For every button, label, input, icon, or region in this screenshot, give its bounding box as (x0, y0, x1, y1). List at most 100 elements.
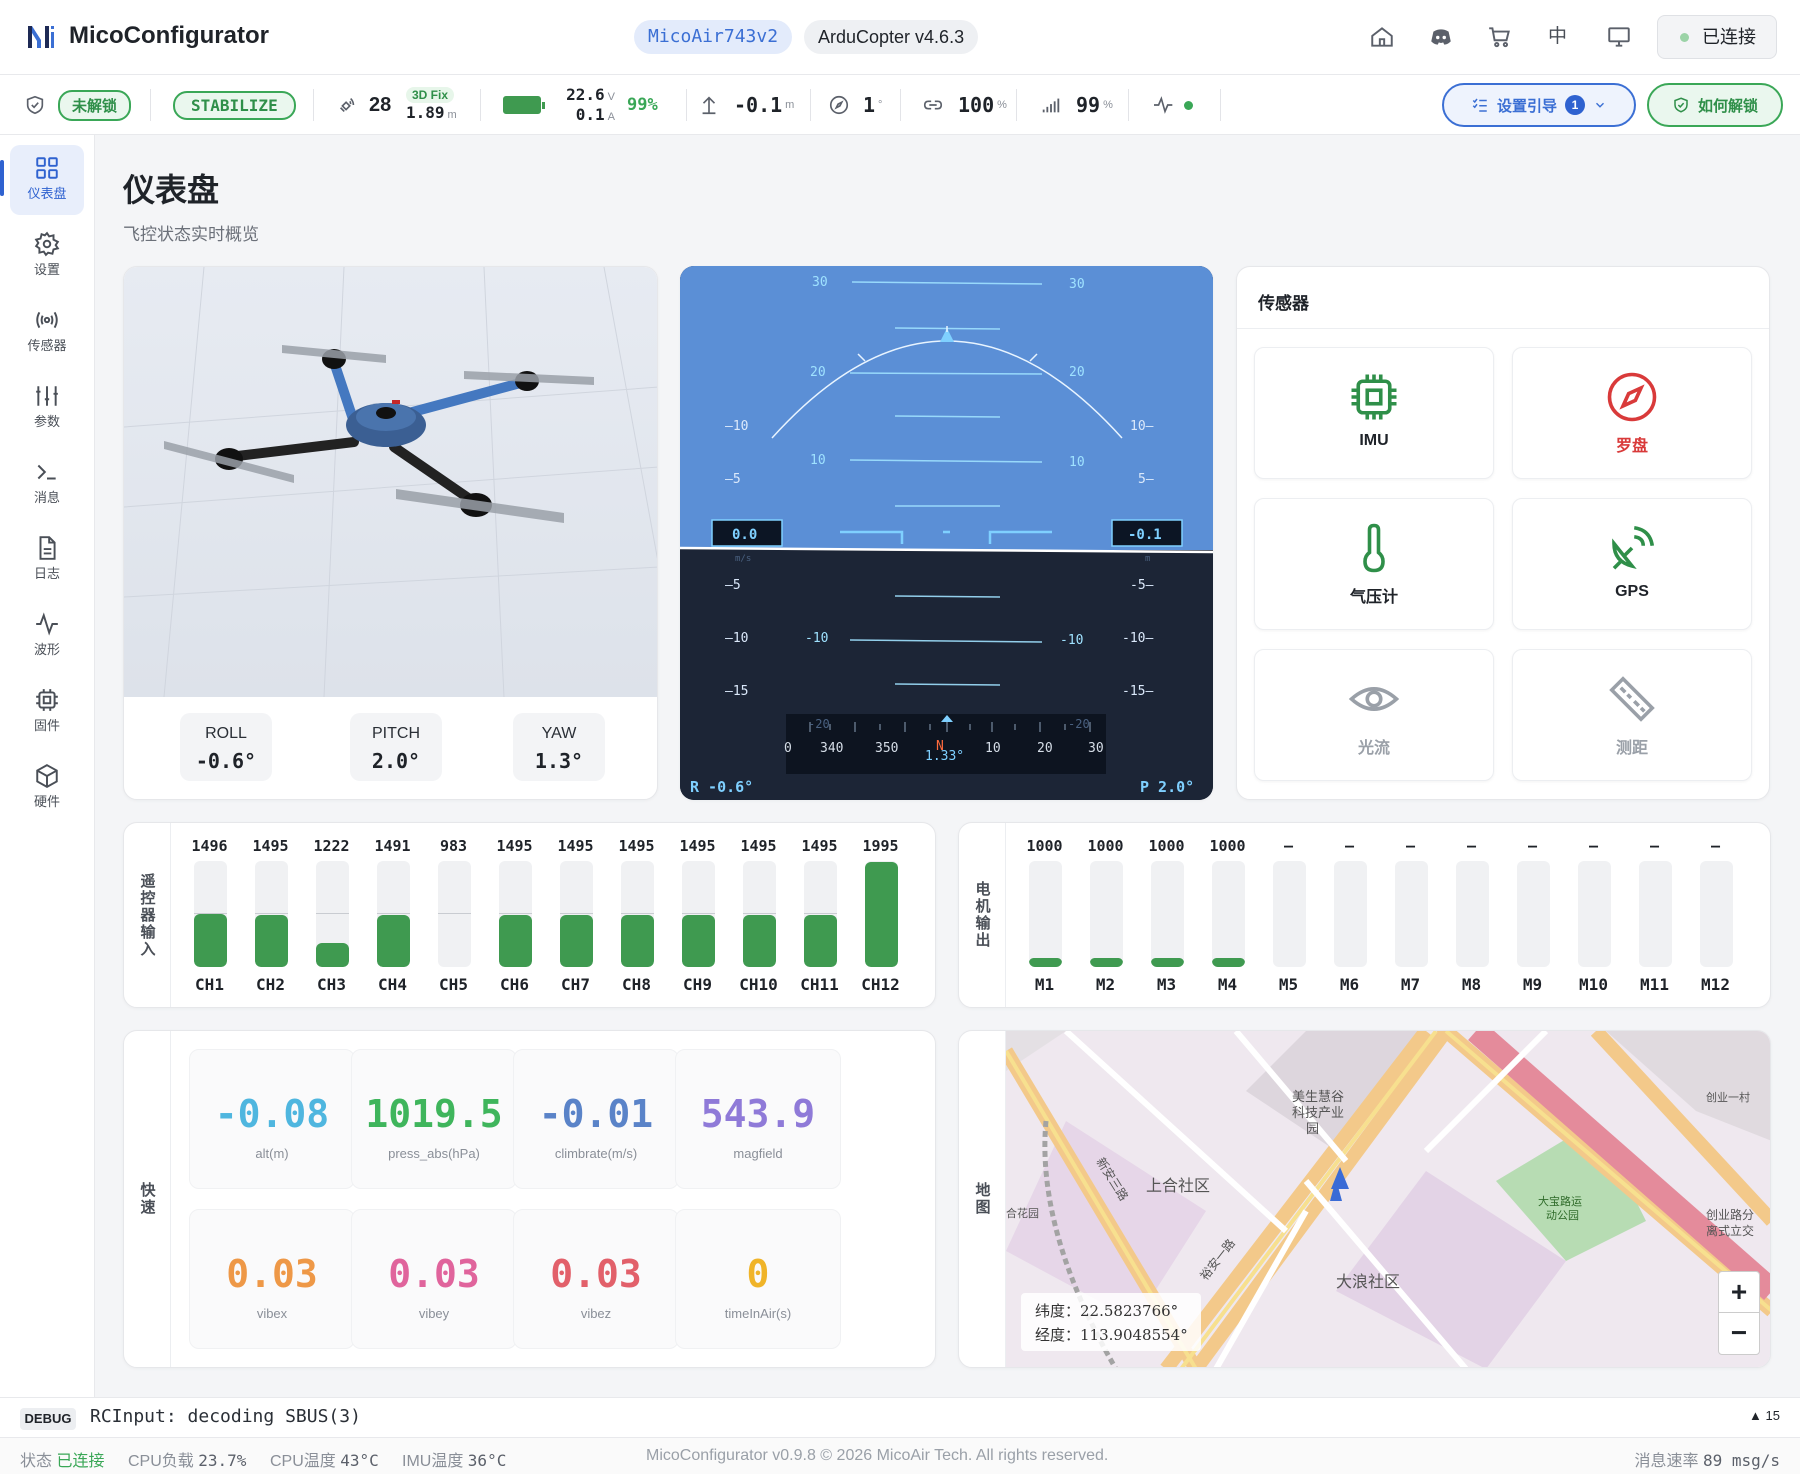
rc-channel-center-line (804, 913, 837, 914)
attitude-hud: 30 30 20 20 10 10 -10 -10 —10 —5 —5 —10 —15 … (680, 266, 1213, 800)
rc-channel-fill (377, 914, 410, 967)
battery-percent: 99% (627, 95, 658, 115)
rc-channel-center-line (499, 913, 532, 914)
sidebar-item-messages[interactable]: 消息 (10, 449, 84, 519)
rc-channel-value: 1495 (496, 837, 533, 855)
map-place-label: 合花园 (1006, 1206, 1039, 1220)
zoom-in-button[interactable]: + (1719, 1272, 1759, 1313)
hud-pitch-tick: 10 (1069, 455, 1085, 470)
rc-channel-name: CH4 (378, 975, 407, 994)
quick-metric[interactable]: -0.08 alt(m) (189, 1049, 355, 1189)
sidebar-item-sensors[interactable]: 传感器 (10, 297, 84, 367)
discord-icon[interactable] (1428, 24, 1454, 50)
quick-metric-key: climbrate(m/s) (554, 1146, 638, 1161)
link-unit: % (997, 99, 1007, 111)
home-icon[interactable] (1369, 24, 1395, 50)
rc-input-title: 遥控器输入 (138, 872, 156, 958)
motor-value: — (1649, 837, 1660, 855)
connection-dot (1680, 33, 1689, 42)
motor-channel: — M8 (1441, 823, 1502, 1007)
motor-channel: — M12 (1685, 823, 1746, 1007)
altitude-arrow-icon (702, 96, 716, 115)
drone-3d-view[interactable] (124, 267, 657, 698)
map-view[interactable]: 美生慧谷 科技产业 园 上合社区 大浪社区 大宝路运 动公园 创业路分 离式立交… (1006, 1031, 1770, 1367)
log-count[interactable]: ▲ 15 (1749, 1408, 1780, 1423)
sidebar-item-settings[interactable]: 设置 (10, 221, 84, 291)
rc-channel-name: CH7 (561, 975, 590, 994)
sensor-optical-flow[interactable]: 光流 (1254, 649, 1494, 781)
heading-unit: ° (878, 99, 883, 111)
shield-check-icon (1674, 97, 1688, 113)
quick-metric[interactable]: 0 timeInAir(s) (675, 1209, 841, 1349)
quick-metric[interactable]: 0.03 vibey (351, 1209, 517, 1349)
log-bar[interactable]: DEBUG RCInput: decoding SBUS(3) ▲ 15 (0, 1397, 1800, 1437)
sidebar-item-firmware[interactable]: 固件 (10, 677, 84, 747)
hud-heading-value: 1.33° (925, 749, 964, 764)
rssi-value: 99 (1076, 93, 1101, 117)
flight-mode-badge[interactable]: STABILIZE (173, 90, 296, 120)
quick-metric-key: alt(m) (255, 1146, 289, 1161)
hud-pitch-tick: -10 (805, 631, 828, 646)
yaw-readout: YAW 1.3° (513, 713, 605, 781)
sidebar-item-waveform[interactable]: 波形 (10, 601, 84, 671)
quick-title: 快速 (138, 1182, 156, 1216)
cart-icon[interactable] (1487, 24, 1513, 50)
rc-channel-name: CH11 (800, 975, 839, 994)
rc-channel-value: 1495 (252, 837, 289, 855)
motor-fill (1029, 958, 1062, 967)
sensor-barometer[interactable]: 气压计 (1254, 498, 1494, 630)
link-quality-value: 100 (958, 93, 995, 117)
lat-value: 22.5823766° (1080, 1302, 1179, 1320)
grid-icon (36, 157, 58, 179)
hud-heading-tick: 10 (985, 741, 1001, 756)
sensors-card: 传感器 IMU 罗盘 气压计 GPS 光流 测距 (1236, 266, 1770, 800)
sidebar-item-params[interactable]: 参数 (10, 373, 84, 443)
connect-button[interactable]: 已连接 (1657, 15, 1777, 59)
how-to-arm-button[interactable]: 如何解锁 (1647, 83, 1783, 127)
quick-card: 快速 -0.08 alt(m) 1019.5 press_abs(hPa) -0.01 c… (123, 1030, 936, 1368)
motor-track (1334, 861, 1367, 967)
quick-metric-key: press_abs(hPa) (388, 1146, 480, 1161)
hud-roll-readout: R -0.6° (690, 778, 753, 796)
link-icon (923, 100, 943, 110)
footer-status-value: 已连接 (56, 1453, 105, 1470)
hud-speed-unit: m/s (735, 554, 751, 564)
language-toggle[interactable]: 中 (1548, 24, 1574, 50)
sensor-imu[interactable]: IMU (1254, 347, 1494, 479)
quick-metric-value: -0.01 (538, 1092, 654, 1136)
sidebar-item-dashboard[interactable]: 仪表盘 (10, 145, 84, 215)
shield-icon (26, 95, 44, 115)
motor-value: 1000 (1148, 837, 1185, 855)
quick-metric[interactable]: -0.01 climbrate(m/s) (513, 1049, 679, 1189)
zoom-out-button[interactable]: − (1719, 1313, 1759, 1354)
sensor-rangefinder[interactable]: 测距 (1512, 649, 1752, 781)
sensors-title: 传感器 (1237, 267, 1769, 329)
sidebar-item-hardware[interactable]: 硬件 (10, 753, 84, 823)
terminal-icon (37, 464, 56, 480)
motor-track (1578, 861, 1611, 967)
chip-icon (1351, 374, 1397, 420)
monitor-icon[interactable] (1606, 24, 1632, 50)
rc-channel-track (499, 861, 532, 967)
setup-guide-button[interactable]: 设置引导 1 (1442, 83, 1636, 127)
hud-heading-tick: 340 (820, 741, 843, 756)
rc-channel-name: CH6 (500, 975, 529, 994)
hud-ladder-label: -5— (1130, 578, 1154, 593)
checklist-icon (1472, 98, 1487, 112)
motor-name: M5 (1278, 975, 1299, 994)
quick-metric[interactable]: 543.9 magfield (675, 1049, 841, 1189)
sidebar: 仪表盘 设置 传感器 参数 消息 日志 波形 固件 硬件 (0, 135, 95, 1397)
sensor-label: GPS (1615, 583, 1649, 600)
sensor-compass[interactable]: 罗盘 (1512, 347, 1752, 479)
quick-metric[interactable]: 0.03 vibex (189, 1209, 355, 1349)
sidebar-item-logs[interactable]: 日志 (10, 525, 84, 595)
heading-value: 1 (863, 93, 876, 117)
sensor-gps[interactable]: GPS (1512, 498, 1752, 630)
drone-model (124, 267, 657, 698)
rc-channel-fill (743, 914, 776, 967)
footer-status-label: 状态 (20, 1453, 53, 1470)
quick-metric[interactable]: 1019.5 press_abs(hPa) (351, 1049, 517, 1189)
hud-speed-value: 0.0 (732, 527, 757, 543)
quick-metric[interactable]: 0.03 vibez (513, 1209, 679, 1349)
quick-metric-key: timeInAir(s) (724, 1306, 792, 1321)
